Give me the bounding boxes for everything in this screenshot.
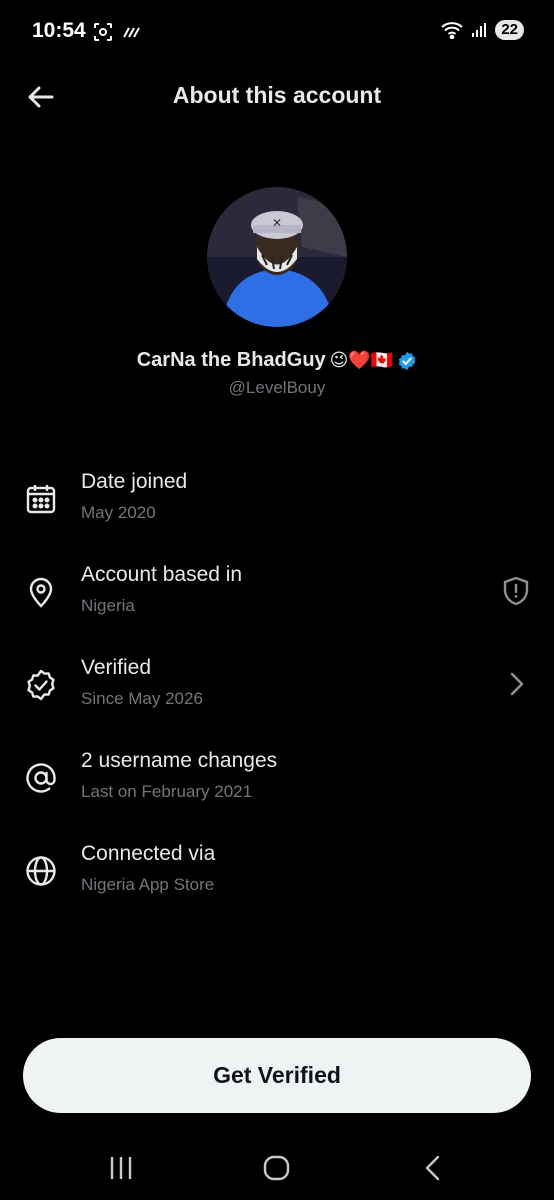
list-item-account-based-in: Account based in Nigeria <box>0 545 554 638</box>
display-name: CarNa the BhadGuy <box>136 349 326 371</box>
signal-icon <box>472 23 487 37</box>
back-nav-button[interactable] <box>412 1152 452 1184</box>
battery-icon: 22 <box>495 20 524 40</box>
svg-text:✕: ✕ <box>272 216 282 230</box>
location-pin-icon <box>29 577 53 608</box>
wifi-icon <box>441 22 463 39</box>
recent-apps-icon <box>110 1157 132 1179</box>
system-nav-bar <box>0 1130 554 1200</box>
username-handle: @LevelBouy <box>228 378 326 397</box>
row-title: Account based in <box>81 563 243 586</box>
at-sign-icon <box>26 763 56 793</box>
list-item-username-changes: 2 username changes Last on February 2021 <box>0 731 554 824</box>
name-emojis: 😉❤️🇨🇦 <box>329 350 394 370</box>
home-icon <box>263 1155 290 1181</box>
status-icons-right: 22 <box>441 20 524 40</box>
list-item-verified[interactable]: Verified Since May 2026 <box>0 638 554 731</box>
list-item-date-joined: Date joined May 2020 <box>0 452 554 545</box>
row-title: Verified <box>81 656 152 679</box>
row-subtitle: Nigeria App Store <box>81 875 215 894</box>
account-info-list: Date joined May 2020 Account based in Ni… <box>0 452 554 917</box>
shield-alert-icon[interactable] <box>500 575 532 607</box>
status-icons-left <box>92 21 142 43</box>
verified-badge-outline-icon <box>27 669 55 701</box>
screenshot-icon <box>94 23 112 41</box>
get-verified-button[interactable]: Get Verified <box>23 1038 531 1113</box>
profile-photo: ✕ <box>207 187 347 327</box>
status-bar: 10:54 22 <box>0 0 554 64</box>
nfc-icon <box>123 27 140 38</box>
page-title: About this account <box>172 82 382 108</box>
row-subtitle: Last on February 2021 <box>81 782 253 801</box>
back-icon <box>425 1155 440 1181</box>
calendar-icon <box>26 485 56 514</box>
list-item-connected-via: Connected via Nigeria App Store <box>0 824 554 917</box>
verified-badge-icon <box>399 351 416 370</box>
home-button[interactable] <box>257 1152 297 1184</box>
globe-icon <box>26 856 56 886</box>
row-subtitle: Nigeria <box>81 596 135 615</box>
row-subtitle: May 2020 <box>81 503 156 522</box>
row-title: Date joined <box>81 470 188 493</box>
app-header: About this account <box>0 70 554 122</box>
status-time: 10:54 <box>32 19 86 42</box>
avatar[interactable]: ✕ <box>207 187 347 327</box>
chevron-right-icon <box>510 672 524 696</box>
row-title: Connected via <box>81 842 216 865</box>
display-name-row: CarNa the BhadGuy 😉❤️🇨🇦 <box>0 349 554 372</box>
row-subtitle: Since May 2026 <box>81 689 203 708</box>
row-title: 2 username changes <box>81 749 278 772</box>
recent-apps-button[interactable] <box>101 1152 141 1184</box>
